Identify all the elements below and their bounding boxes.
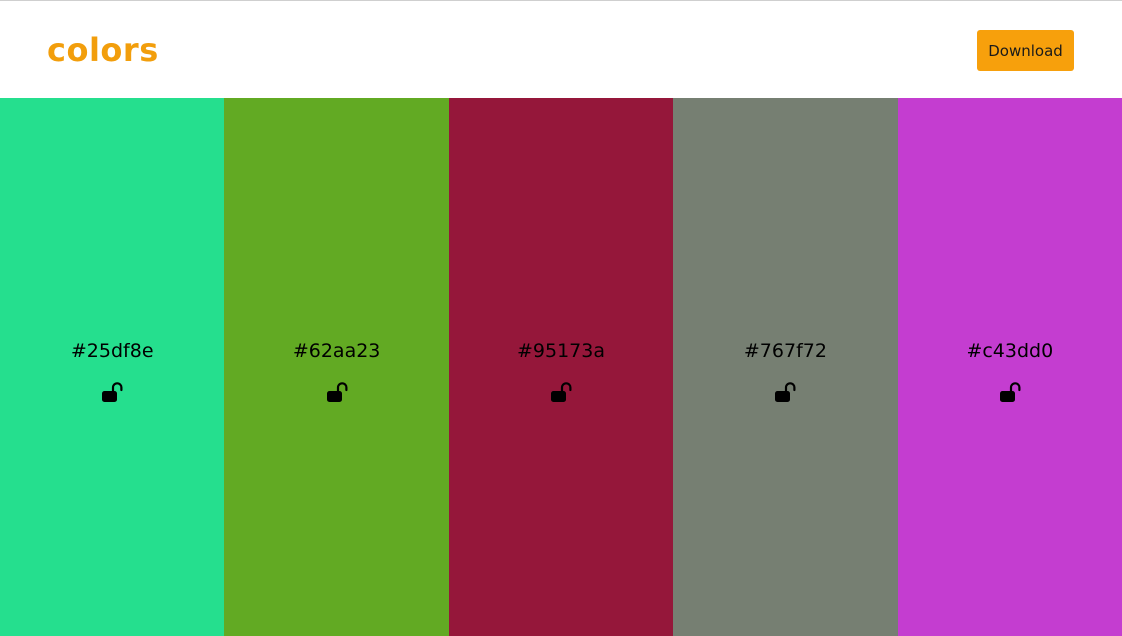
swatch-hex-label: #25df8e [70,340,154,362]
color-swatch[interactable]: #767f72 [673,98,898,636]
download-button[interactable]: Download [977,30,1074,71]
color-palette: #25df8e #62aa23 #95173a #767f72 #c43dd0 [0,98,1122,636]
app-header: colors Download [0,1,1122,98]
lock-open-icon[interactable] [773,381,797,405]
color-swatch[interactable]: #95173a [448,98,674,636]
color-swatch[interactable]: #62aa23 [224,98,449,636]
lock-open-icon[interactable] [100,381,124,405]
color-swatch[interactable]: #c43dd0 [897,98,1122,636]
swatch-hex-label: #c43dd0 [966,340,1054,362]
app-logo: colors [47,31,159,69]
lock-open-icon[interactable] [549,381,573,405]
swatch-hex-label: #767f72 [743,340,827,362]
lock-open-icon[interactable] [998,381,1022,405]
color-swatch[interactable]: #25df8e [0,98,225,636]
swatch-hex-label: #95173a [517,340,606,362]
swatch-hex-label: #62aa23 [292,340,381,362]
lock-open-icon[interactable] [325,381,349,405]
